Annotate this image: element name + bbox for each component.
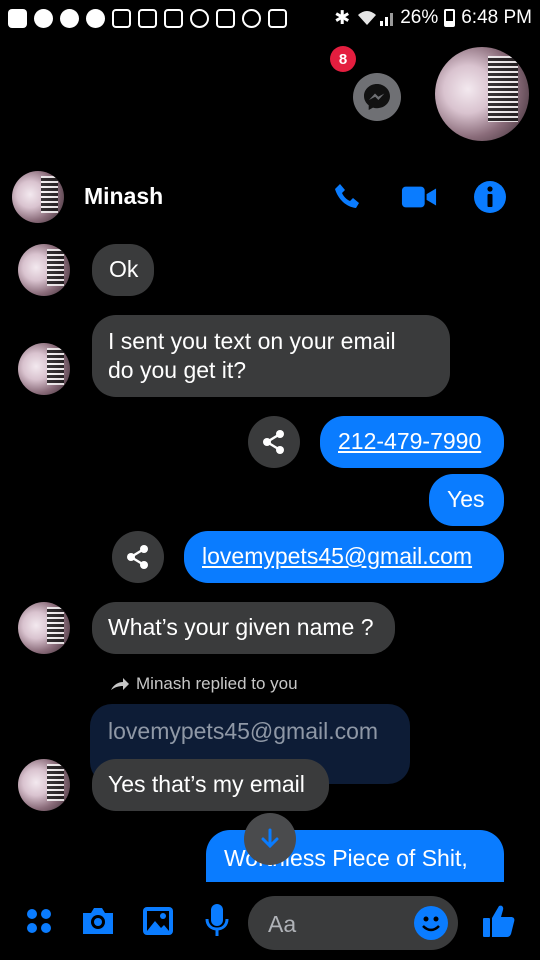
phone-icon xyxy=(335,184,359,208)
message-bubble[interactable]: Yes xyxy=(429,474,504,526)
voice-call-button[interactable] xyxy=(330,179,366,215)
voice-message-button[interactable] xyxy=(198,902,236,940)
chat-bubble-icon xyxy=(190,8,209,28)
gmail-icon xyxy=(112,8,131,28)
system-indicators: ✱ 26% 6:48 PM xyxy=(334,7,532,30)
info-button[interactable] xyxy=(472,179,508,215)
avatar xyxy=(18,602,70,654)
snapchat-icon xyxy=(86,8,105,28)
email-icon xyxy=(138,8,157,28)
avatar xyxy=(18,343,70,395)
video-camera-icon xyxy=(401,186,437,208)
share-icon xyxy=(127,545,148,569)
sender-avatar xyxy=(18,602,70,654)
avatar xyxy=(12,171,64,223)
message-text: I sent you text on your email xyxy=(108,328,396,354)
avatar xyxy=(18,759,70,811)
message-text: Yes that’s my email xyxy=(108,771,305,797)
reply-arrow-icon xyxy=(111,678,129,690)
arrow-down-icon xyxy=(261,828,279,849)
reply-indicator: Minash replied to you xyxy=(110,674,298,694)
quoted-text: lovemypets45@gmail.com xyxy=(108,718,379,744)
info-icon xyxy=(474,181,506,213)
sender-avatar xyxy=(18,244,70,296)
share-icon xyxy=(263,430,284,454)
message-text: Ok xyxy=(109,256,139,282)
like-button[interactable] xyxy=(480,902,518,940)
conversation-header: Minash xyxy=(0,165,540,229)
composer-bar xyxy=(0,882,540,960)
messenger-icon xyxy=(364,84,390,110)
email-icon xyxy=(216,8,235,28)
message-text: What’s your given name ? xyxy=(108,614,374,640)
image-icon xyxy=(143,907,173,935)
message-bubble[interactable]: I sent you text on your email do you get… xyxy=(92,315,450,397)
microphone-icon xyxy=(205,904,229,936)
more-actions-button[interactable] xyxy=(20,902,58,940)
clock: 6:48 PM xyxy=(461,7,532,28)
smiley-icon xyxy=(422,916,440,932)
scroll-to-bottom-button[interactable] xyxy=(244,813,296,865)
message-bubble[interactable]: Ok xyxy=(92,244,154,296)
camera-icon xyxy=(83,908,113,934)
message-input[interactable] xyxy=(266,896,410,952)
contact-name[interactable]: Minash xyxy=(84,183,163,210)
gallery-icon xyxy=(268,8,287,28)
avatar xyxy=(435,47,529,141)
link-icon xyxy=(242,8,261,28)
phone-number-link[interactable]: 212-479-7990 xyxy=(338,428,481,454)
gallery-button[interactable] xyxy=(139,902,177,940)
notification-icons xyxy=(8,8,287,28)
message-bubble[interactable]: What’s your given name ? xyxy=(92,602,395,654)
email-icon xyxy=(164,8,183,28)
more-icon xyxy=(8,8,27,28)
contact-chathead-avatar[interactable] xyxy=(435,47,529,141)
reply-label-text: Minash replied to you xyxy=(136,674,298,693)
unread-badge: 8 xyxy=(330,46,356,72)
share-button[interactable] xyxy=(248,416,300,468)
share-button[interactable] xyxy=(112,531,164,583)
message-text: do you get it? xyxy=(108,357,247,383)
snapchat-icon xyxy=(60,8,79,28)
bluetooth-icon: ✱ xyxy=(334,7,351,29)
thumbs-up-icon xyxy=(483,905,515,937)
message-bubble[interactable]: 212-479-7990 xyxy=(320,416,504,468)
message-bubble[interactable]: Yes that’s my email xyxy=(92,759,329,811)
battery-percent: 26% xyxy=(400,7,439,28)
message-bubble[interactable]: lovemypets45@gmail.com xyxy=(184,531,504,583)
message-text: Yes xyxy=(447,486,485,512)
spotify-icon xyxy=(34,8,53,28)
email-link[interactable]: lovemypets45@gmail.com xyxy=(202,543,472,569)
sender-avatar xyxy=(18,343,70,395)
avatar xyxy=(18,244,70,296)
grid-dots-icon xyxy=(27,909,51,933)
battery-icon xyxy=(444,9,456,27)
header-avatar[interactable] xyxy=(12,171,64,223)
camera-button[interactable] xyxy=(79,902,117,940)
messenger-chathead[interactable] xyxy=(353,73,401,121)
sender-avatar xyxy=(18,759,70,811)
emoji-button[interactable] xyxy=(414,906,448,940)
wifi-signal-icon xyxy=(358,11,394,26)
video-call-button[interactable] xyxy=(401,179,437,215)
battery-fill xyxy=(446,21,454,25)
message-input-container xyxy=(248,896,458,952)
status-bar: ✱ 26% 6:48 PM xyxy=(0,0,540,36)
